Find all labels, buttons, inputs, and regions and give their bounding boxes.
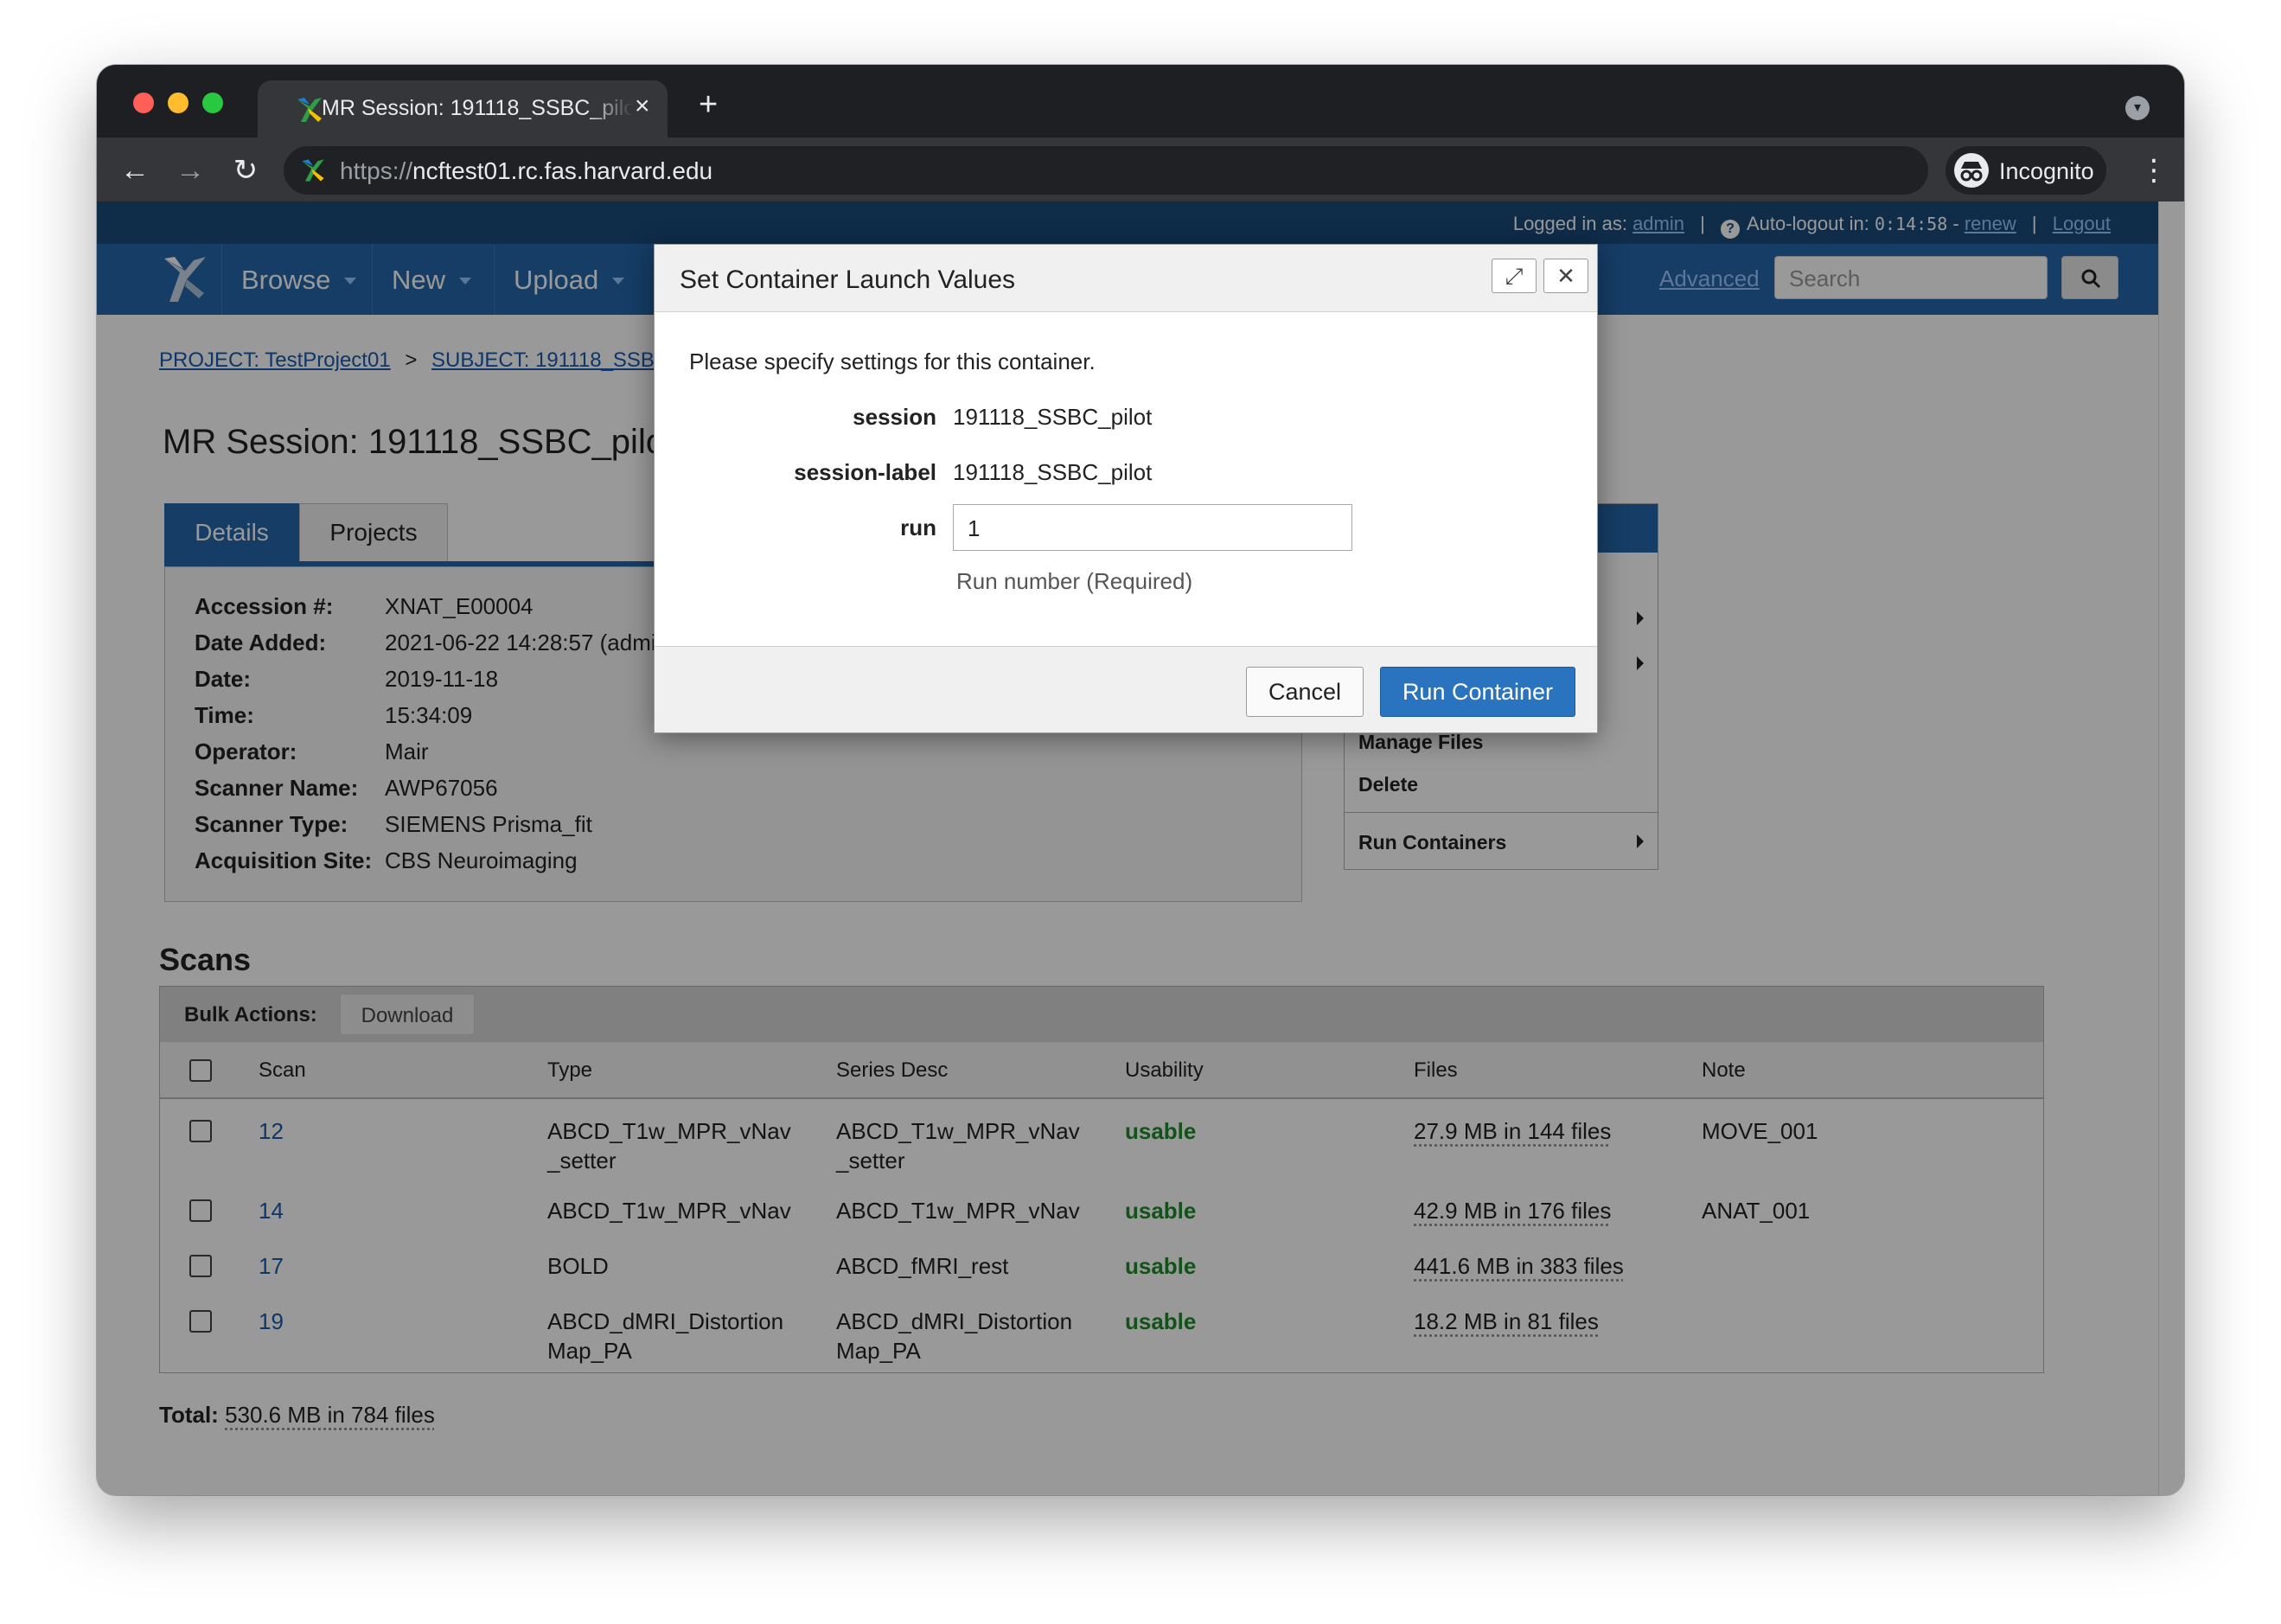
close-window-button[interactable] xyxy=(133,93,154,113)
browser-titlebar: MR Session: 191118_SSBC_pilot × + ▾ xyxy=(97,65,2184,137)
site-favicon-icon xyxy=(302,159,324,182)
browser-tab[interactable]: MR Session: 191118_SSBC_pilot × xyxy=(258,80,668,137)
tab-title: MR Session: 191118_SSBC_pilot xyxy=(322,96,633,120)
forward-icon[interactable]: → xyxy=(173,153,208,188)
dialog-intro: Please specify settings for this contain… xyxy=(689,348,1096,374)
session-label-label: session-label xyxy=(794,459,936,485)
back-icon[interactable]: ← xyxy=(118,153,152,188)
browser-menu-icon[interactable]: ⋮ xyxy=(2139,155,2169,186)
dialog-title: Set Container Launch Values xyxy=(680,265,1016,294)
session-label: session xyxy=(853,404,936,430)
tab-search-icon[interactable]: ▾ xyxy=(2125,96,2150,120)
address-bar[interactable]: https://ncftest01.rc.fas.harvard.edu xyxy=(284,146,1928,195)
dialog-header: Set Container Launch Values ⤢ ✕ xyxy=(655,245,1597,312)
browser-toolbar: ← → ↻ https://ncftest01.rc.fas.harvard.e… xyxy=(97,137,2184,201)
maximize-window-button[interactable] xyxy=(202,93,223,113)
maximize-dialog-icon[interactable]: ⤢ xyxy=(1492,259,1537,293)
tab-close-icon[interactable]: × xyxy=(635,91,650,122)
minimize-window-button[interactable] xyxy=(168,93,188,113)
close-dialog-icon[interactable]: ✕ xyxy=(1543,259,1588,293)
url-text: https://ncftest01.rc.fas.harvard.edu xyxy=(340,157,713,184)
run-label: run xyxy=(900,515,936,540)
incognito-label: Incognito xyxy=(1999,158,2094,184)
reload-icon[interactable]: ↻ xyxy=(228,153,263,188)
session-label-value: 191118_SSBC_pilot xyxy=(953,459,1153,485)
session-value: 191118_SSBC_pilot xyxy=(953,404,1153,430)
browser-window: MR Session: 191118_SSBC_pilot × + ▾ ← → … xyxy=(97,65,2184,1495)
run-help-text: Run number (Required) xyxy=(956,568,1193,594)
incognito-badge[interactable]: Incognito xyxy=(1946,146,2106,195)
dialog-footer: Cancel Run Container xyxy=(655,646,1597,732)
cancel-button[interactable]: Cancel xyxy=(1246,667,1364,717)
run-container-button[interactable]: Run Container xyxy=(1380,667,1575,717)
launch-values-dialog: Set Container Launch Values ⤢ ✕ Please s… xyxy=(654,244,1598,733)
new-tab-icon[interactable]: + xyxy=(699,87,718,122)
run-input[interactable]: 1 xyxy=(953,504,1352,551)
incognito-icon xyxy=(1954,153,1989,188)
